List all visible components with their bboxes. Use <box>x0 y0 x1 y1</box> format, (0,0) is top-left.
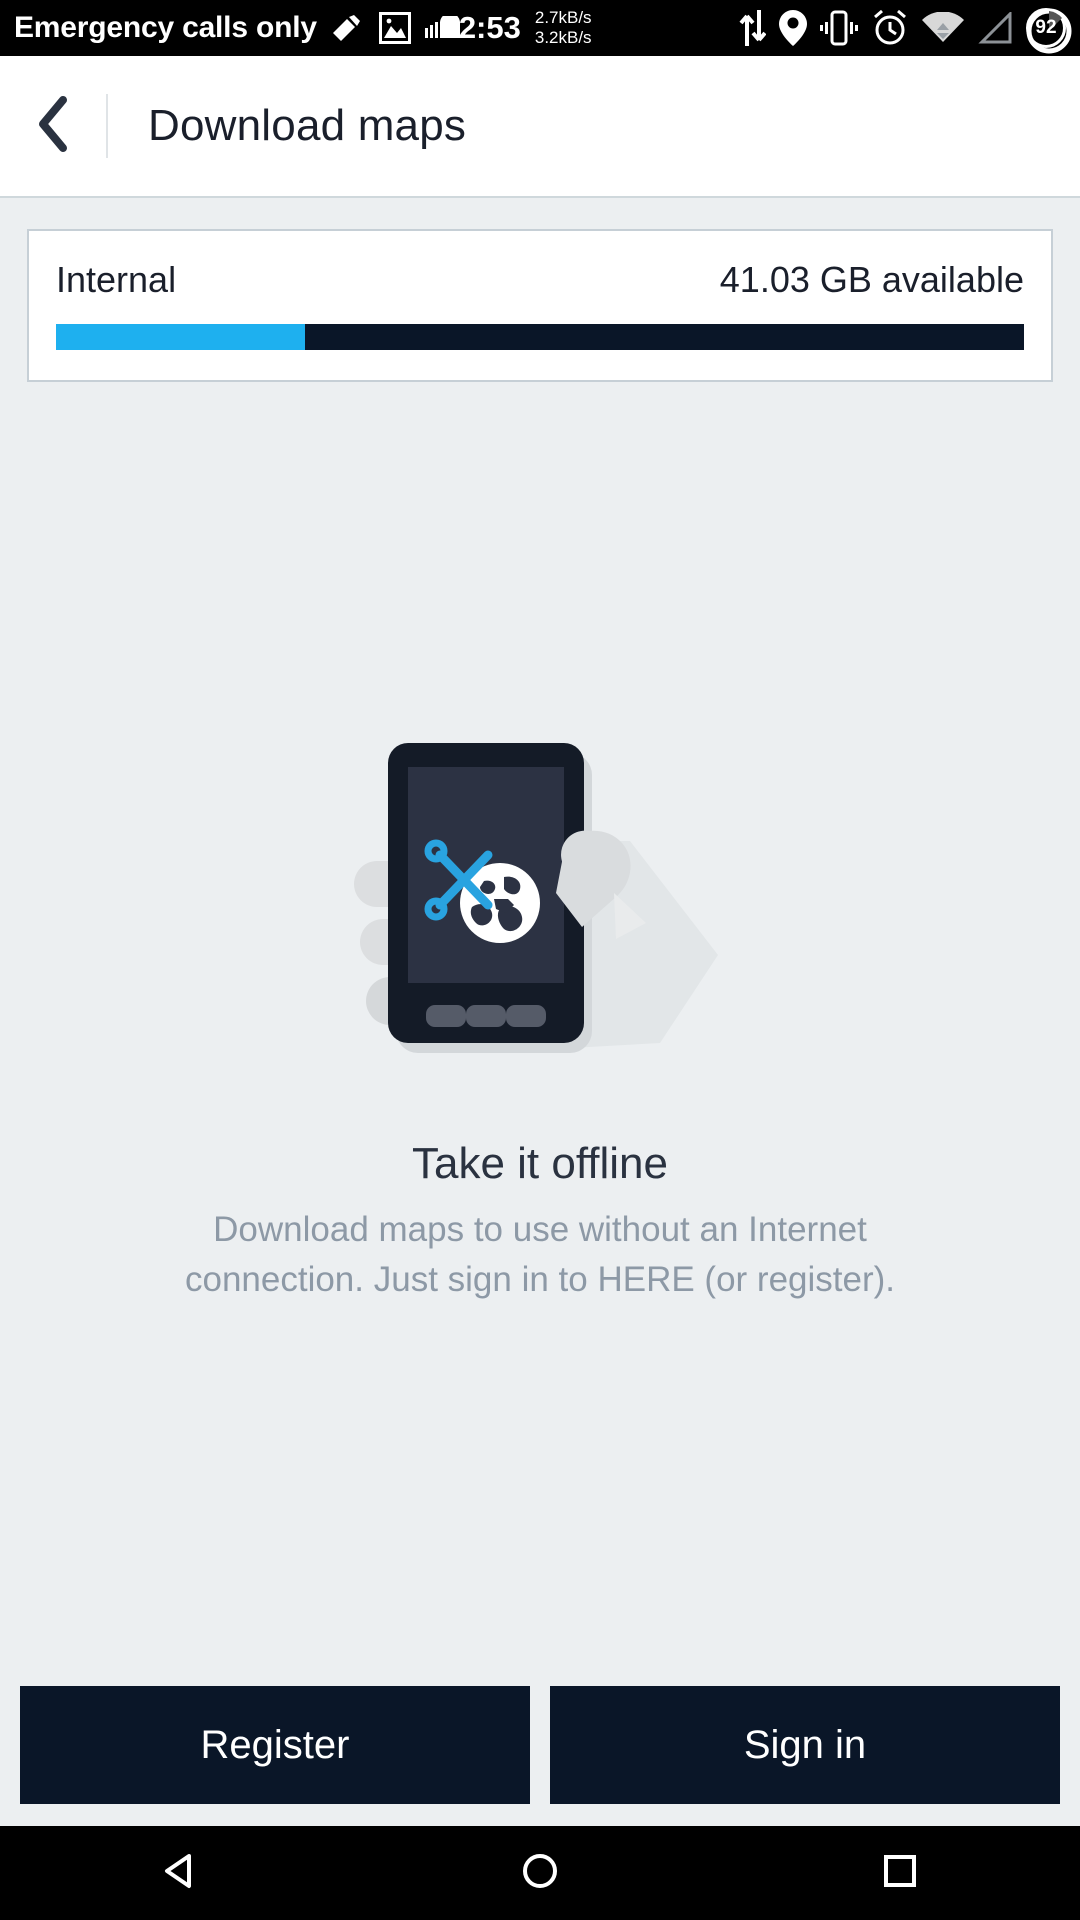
phone-screen: Emergency calls only 2:53 2.7kB/s 3.2kB/… <box>0 0 1080 1920</box>
vibrate-icon <box>820 10 858 46</box>
hand-holding-phone-offline-maps-illustration <box>330 723 750 1083</box>
back-button[interactable] <box>0 55 106 197</box>
app-bar: Download maps <box>0 56 1080 198</box>
status-clock: 2:53 <box>458 10 521 45</box>
carrier-label: Emergency calls only <box>14 11 317 44</box>
back-triangle-icon <box>159 1850 201 1897</box>
storage-header: Internal 41.03 GB available <box>56 259 1024 301</box>
signal-icon <box>977 12 1013 44</box>
wifi-icon <box>922 12 964 44</box>
network-speed: 2.7kB/s 3.2kB/s <box>535 8 592 48</box>
nav-back-button[interactable] <box>105 1826 255 1920</box>
recents-square-icon <box>879 1850 921 1897</box>
mute-icon <box>331 14 365 42</box>
nav-recents-button[interactable] <box>825 1826 975 1920</box>
net-download-speed: 3.2kB/s <box>534 28 592 47</box>
register-button[interactable]: Register <box>20 1686 530 1804</box>
alarm-icon <box>871 9 909 47</box>
empty-state: Take it offline Download maps to use wit… <box>0 382 1080 1686</box>
sign-in-button[interactable]: Sign in <box>550 1686 1060 1804</box>
battery-icon: 92 <box>1026 8 1072 54</box>
empty-state-title: Take it offline <box>411 1139 668 1188</box>
storage-card[interactable]: Internal 41.03 GB available <box>27 229 1053 382</box>
nav-home-button[interactable] <box>465 1826 615 1920</box>
status-bar: Emergency calls only 2:53 2.7kB/s 3.2kB/… <box>0 0 1080 56</box>
empty-state-body: Download maps to use without an Internet… <box>184 1210 895 1299</box>
battery-level: 92 <box>1035 17 1057 38</box>
main-content: Internal 41.03 GB available Take it offl… <box>0 198 1080 1826</box>
action-button-row: Register Sign in <box>0 1686 1080 1826</box>
storage-available-label: 41.03 GB available <box>719 259 1024 300</box>
data-transfer-icon <box>738 8 766 48</box>
soundcloud-icon <box>424 16 461 40</box>
android-nav-bar <box>0 1826 1080 1920</box>
storage-progress-fill <box>56 324 305 350</box>
status-bar-icons: 92 <box>738 8 1072 54</box>
net-upload-speed: 2.7kB/s <box>534 8 592 27</box>
location-icon <box>779 9 807 47</box>
storage-name-label: Internal <box>56 259 177 300</box>
screenshot-icon <box>378 12 411 44</box>
chevron-left-icon <box>35 95 71 157</box>
app-bar-divider <box>106 94 108 158</box>
page-title: Download maps <box>148 101 467 150</box>
storage-progress-bar <box>56 324 1024 350</box>
home-circle-icon <box>519 1850 561 1897</box>
